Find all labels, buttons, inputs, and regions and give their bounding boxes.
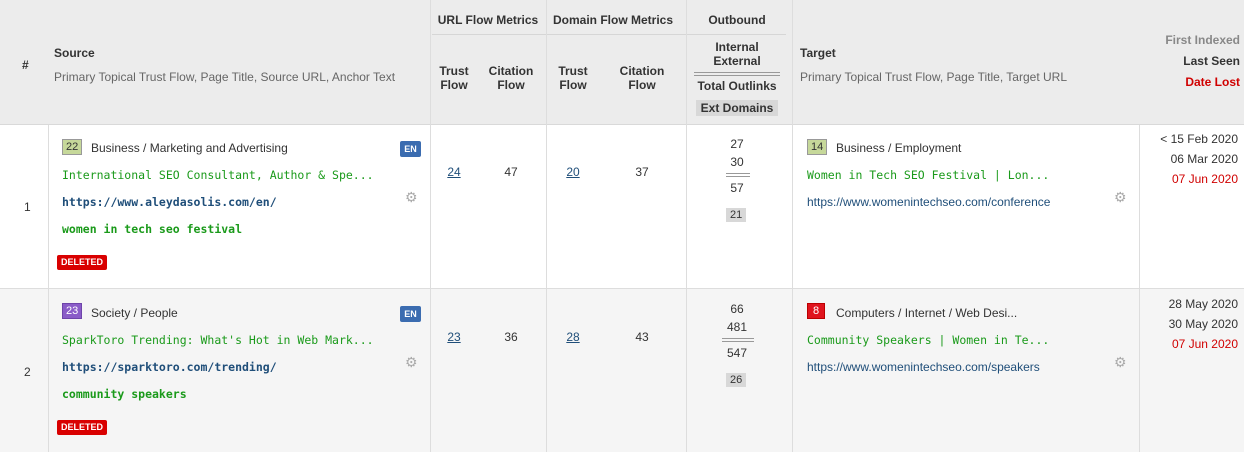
target-page-title[interactable]: Community Speakers | Women in Te...	[807, 333, 1049, 347]
internal-outlinks: 66	[730, 302, 744, 316]
header-source-sub: Primary Topical Trust Flow, Page Title, …	[54, 70, 396, 84]
header-internal[interactable]: Internal	[694, 40, 780, 54]
outlinks-rule	[722, 338, 754, 342]
backlinks-table: # Source Primary Topical Trust Flow, Pag…	[0, 0, 1252, 452]
target-topic: Computers / Internet / Web Desi...	[836, 306, 1018, 320]
url-trust-flow[interactable]: 23	[432, 330, 476, 344]
target-topic: Business / Employment	[836, 141, 962, 155]
last-seen: 30 May 2020	[1168, 317, 1238, 331]
outlinks-rule	[726, 173, 750, 177]
anchor-text: community speakers	[62, 387, 187, 401]
source-topic: Business / Marketing and Advertising	[91, 141, 288, 155]
source-url[interactable]: https://www.aleydasolis.com/en/	[62, 195, 277, 209]
domain-trust-flow[interactable]: 28	[551, 330, 595, 344]
topic-score-badge: 8	[807, 303, 826, 319]
domain-citation-flow: 37	[635, 165, 649, 179]
header-target-sub: Primary Topical Trust Flow, Page Title, …	[800, 70, 1067, 84]
date-lost: 07 Jun 2020	[1171, 337, 1238, 351]
gear-icon[interactable]: ⚙	[1114, 189, 1127, 206]
language-badge: EN	[400, 141, 421, 157]
total-outlinks: 57	[730, 181, 744, 195]
source-page-title[interactable]: SparkToro Trending: What's Hot in Web Ma…	[62, 333, 374, 347]
status-badge: DELETED	[57, 255, 108, 270]
row-index: 2	[24, 365, 31, 379]
gear-icon[interactable]: ⚙	[405, 354, 418, 371]
target-url[interactable]: https://www.womenintechseo.com/speakers	[807, 360, 1040, 374]
header-domain-flow: Domain Flow Metrics	[552, 13, 674, 27]
header-divider	[432, 34, 786, 35]
header-target[interactable]: Target	[800, 46, 836, 60]
header-url-flow: URL Flow Metrics	[437, 13, 539, 27]
col-divider	[792, 0, 793, 452]
url-citation-flow: 36	[504, 330, 518, 344]
header-external[interactable]: External	[694, 54, 780, 68]
gear-icon[interactable]: ⚙	[1114, 354, 1127, 371]
date-lost: 07 Jun 2020	[1171, 172, 1238, 186]
col-divider	[1139, 125, 1140, 452]
header-url-citation-flow[interactable]: Citation Flow	[484, 64, 538, 92]
header-outbound-rule	[694, 72, 780, 76]
topic-score-badge: 22	[62, 139, 83, 155]
language-badge: EN	[400, 306, 421, 322]
target-page-title[interactable]: Women in Tech SEO Festival | Lon...	[807, 168, 1049, 182]
total-outlinks: 547	[726, 346, 748, 360]
header-date-lost[interactable]: Date Lost	[1185, 75, 1240, 89]
header-last-seen[interactable]: Last Seen	[1183, 54, 1240, 68]
header-dom-citation-flow[interactable]: Citation Flow	[610, 64, 674, 92]
last-seen: 06 Mar 2020	[1170, 152, 1238, 166]
header-dom-trust-flow[interactable]: Trust Flow	[551, 64, 595, 92]
first-indexed: < 15 Feb 2020	[1160, 132, 1238, 146]
topic-score-badge: 23	[62, 303, 83, 319]
header-ext-domains[interactable]: Ext Domains	[696, 100, 778, 116]
domain-trust-flow[interactable]: 20	[551, 165, 595, 179]
url-citation-flow: 47	[504, 165, 518, 179]
header-outbound: Outbound	[708, 13, 766, 27]
col-divider	[430, 0, 431, 452]
target-url[interactable]: https://www.womenintechseo.com/conferenc…	[807, 195, 1050, 209]
topic-score-badge: 14	[807, 139, 828, 155]
url-trust-flow[interactable]: 24	[432, 165, 476, 179]
ext-domains: 21	[726, 208, 747, 222]
header-first-indexed[interactable]: First Indexed	[1165, 33, 1240, 47]
col-divider	[546, 0, 547, 452]
anchor-text: women in tech seo festival	[62, 222, 243, 236]
header-index: #	[22, 58, 29, 72]
domain-citation-flow: 43	[635, 330, 649, 344]
status-badge: DELETED	[57, 420, 108, 435]
gear-icon[interactable]: ⚙	[405, 189, 418, 206]
col-divider	[48, 125, 49, 452]
ext-domains: 26	[726, 373, 747, 387]
external-outlinks: 481	[726, 320, 748, 334]
external-outlinks: 30	[730, 155, 744, 169]
source-topic: Society / People	[91, 306, 178, 320]
header-source[interactable]: Source	[54, 46, 95, 60]
header-total-outlinks[interactable]: Total Outlinks	[694, 79, 780, 93]
col-divider	[686, 0, 687, 452]
header-url-trust-flow[interactable]: Trust Flow	[432, 64, 476, 92]
source-page-title[interactable]: International SEO Consultant, Author & S…	[62, 168, 374, 182]
source-url[interactable]: https://sparktoro.com/trending/	[62, 360, 277, 374]
row-index: 1	[24, 200, 31, 214]
internal-outlinks: 27	[730, 137, 744, 151]
first-indexed: 28 May 2020	[1168, 297, 1238, 311]
